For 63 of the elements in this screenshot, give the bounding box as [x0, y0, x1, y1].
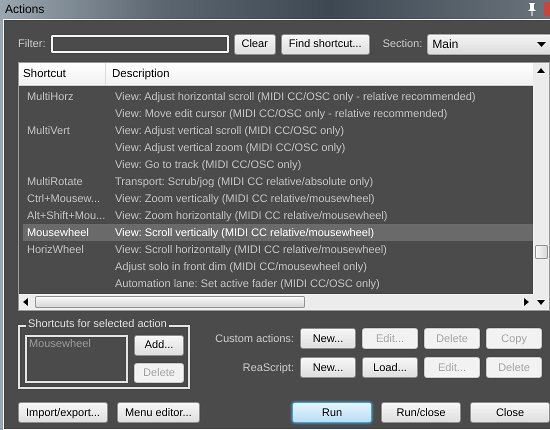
caret-icon: [537, 42, 546, 46]
pin-icon[interactable]: [526, 2, 538, 16]
reascript-button[interactable]: Load...: [362, 357, 418, 378]
section-label: Section:: [382, 38, 422, 50]
dialog-button[interactable]: Close: [470, 402, 550, 423]
shortcut-item[interactable]: Mousewheel: [29, 338, 91, 350]
horizontal-scrollbar[interactable]: [19, 294, 533, 310]
shortcut-cell: Alt+Shift+Mou...: [27, 210, 106, 222]
window-title: Actions: [5, 2, 46, 16]
scroll-down-icon[interactable]: [537, 300, 545, 305]
table-row[interactable]: HorizWheel View: Scroll horizontally (MIDI CC relative/mousewheel): [23, 241, 533, 258]
table-row[interactable]: View: Move edit cursor (MIDI CC/OSC only - relative recommended): [23, 105, 533, 122]
table-row[interactable]: MultiRotate Transport: Scrub/jog (MIDI CC relative/absolute only): [23, 173, 533, 190]
table-row[interactable]: MultiVert View: Adjust vertical scroll (MIDI CC/OSC only): [23, 122, 533, 139]
description-cell: View: Zoom vertically (MIDI CC relative/mousewheel): [115, 192, 375, 204]
description-cell: View: Adjust horizontal scroll (MIDI CC/OSC only - relative recommended): [115, 90, 476, 102]
description-cell: View: Scroll horizontally (MIDI CC relative/mousewheel): [115, 244, 387, 256]
toolbar-button[interactable]: Clear: [234, 34, 276, 54]
shortcut-cell: HorizWheel: [27, 244, 84, 256]
shortcut-cell: Ctrl+Mousew...: [27, 192, 100, 204]
dialog-button[interactable]: Run/close: [381, 402, 461, 423]
scroll-left-icon[interactable]: [23, 298, 28, 306]
description-cell: View: Move edit cursor (MIDI CC/OSC only - relative recommended): [115, 108, 448, 120]
dialog-button[interactable]: Menu editor...: [116, 402, 200, 423]
shortcut-button[interactable]: Add...: [134, 335, 184, 356]
filter-field[interactable]: [50, 35, 228, 53]
custom-actions-label: Custom actions:: [214, 332, 294, 344]
shortcut-cell: MultiHorz: [27, 90, 74, 102]
group-title: Shortcuts for selected action: [26, 318, 169, 330]
section-dropdown[interactable]: Main: [427, 34, 550, 54]
description-cell: View: Adjust vertical scroll (MIDI CC/OSC only): [115, 124, 344, 136]
description-cell: Automation lane: Set active fader (MIDI CC/OSC only): [115, 278, 380, 290]
scroll-right-icon[interactable]: [524, 298, 529, 306]
shortcut-cell: MultiVert: [27, 124, 70, 136]
description-cell: View: Zoom horizontally (MIDI CC relative/mousewheel): [115, 210, 388, 222]
column-header[interactable]: Shortcut: [19, 63, 106, 85]
description-cell: Adjust solo in front dim (MIDI CC/mousewheel only): [115, 260, 367, 272]
description-cell: View: Scroll vertically (MIDI CC relative/mousewheel): [115, 226, 374, 238]
shortcut-cell: Mousewheel: [27, 226, 89, 238]
custom-action-button[interactable]: New...: [300, 328, 356, 349]
scroll-thumb[interactable]: [35, 296, 305, 308]
reascript-label: ReaScript:: [242, 362, 294, 374]
table-row[interactable]: View: Go to track (MIDI CC/OSC only): [23, 156, 533, 173]
table-row[interactable]: Alt+Shift+Mou... View: Zoom horizontally (MIDI CC relative/mousewheel): [23, 207, 533, 224]
reascript-button[interactable]: New...: [300, 357, 356, 378]
table-row[interactable]: Automation lane: Set active fader (MIDI CC/OSC only): [23, 275, 533, 292]
table-row[interactable]: MultiHorz View: Adjust horizontal scroll (MIDI CC/OSC only - relative recommended): [23, 88, 533, 105]
scroll-up-icon[interactable]: [537, 68, 545, 73]
table-row[interactable]: View: Adjust vertical zoom (MIDI CC/OSC only): [23, 139, 533, 156]
filter-label: Filter:: [18, 38, 46, 50]
column-header[interactable]: Description: [106, 63, 170, 85]
table-row[interactable]: Ctrl+Mousew... View: Zoom vertically (MIDI CC relative/mousewheel): [23, 190, 533, 207]
toolbar-button[interactable]: Find shortcut...: [280, 34, 370, 54]
description-cell: Transport: Scrub/jog (MIDI CC relative/absolute only): [115, 176, 374, 188]
shortcut-cell: MultiRotate: [27, 176, 83, 188]
scroll-thumb[interactable]: [535, 245, 548, 259]
dialog-button[interactable]: Run: [292, 402, 372, 423]
vertical-scrollbar[interactable]: [533, 63, 549, 310]
description-cell: View: Go to track (MIDI CC/OSC only): [115, 158, 302, 170]
dialog-button[interactable]: Import/export...: [18, 402, 108, 423]
description-cell: View: Adjust vertical zoom (MIDI CC/OSC only): [115, 142, 346, 154]
table-row[interactable]: Adjust solo in front dim (MIDI CC/mousewheel only): [23, 258, 533, 275]
table-row[interactable]: Mousewheel View: Scroll vertically (MIDI CC relative/mousewheel): [23, 224, 533, 241]
